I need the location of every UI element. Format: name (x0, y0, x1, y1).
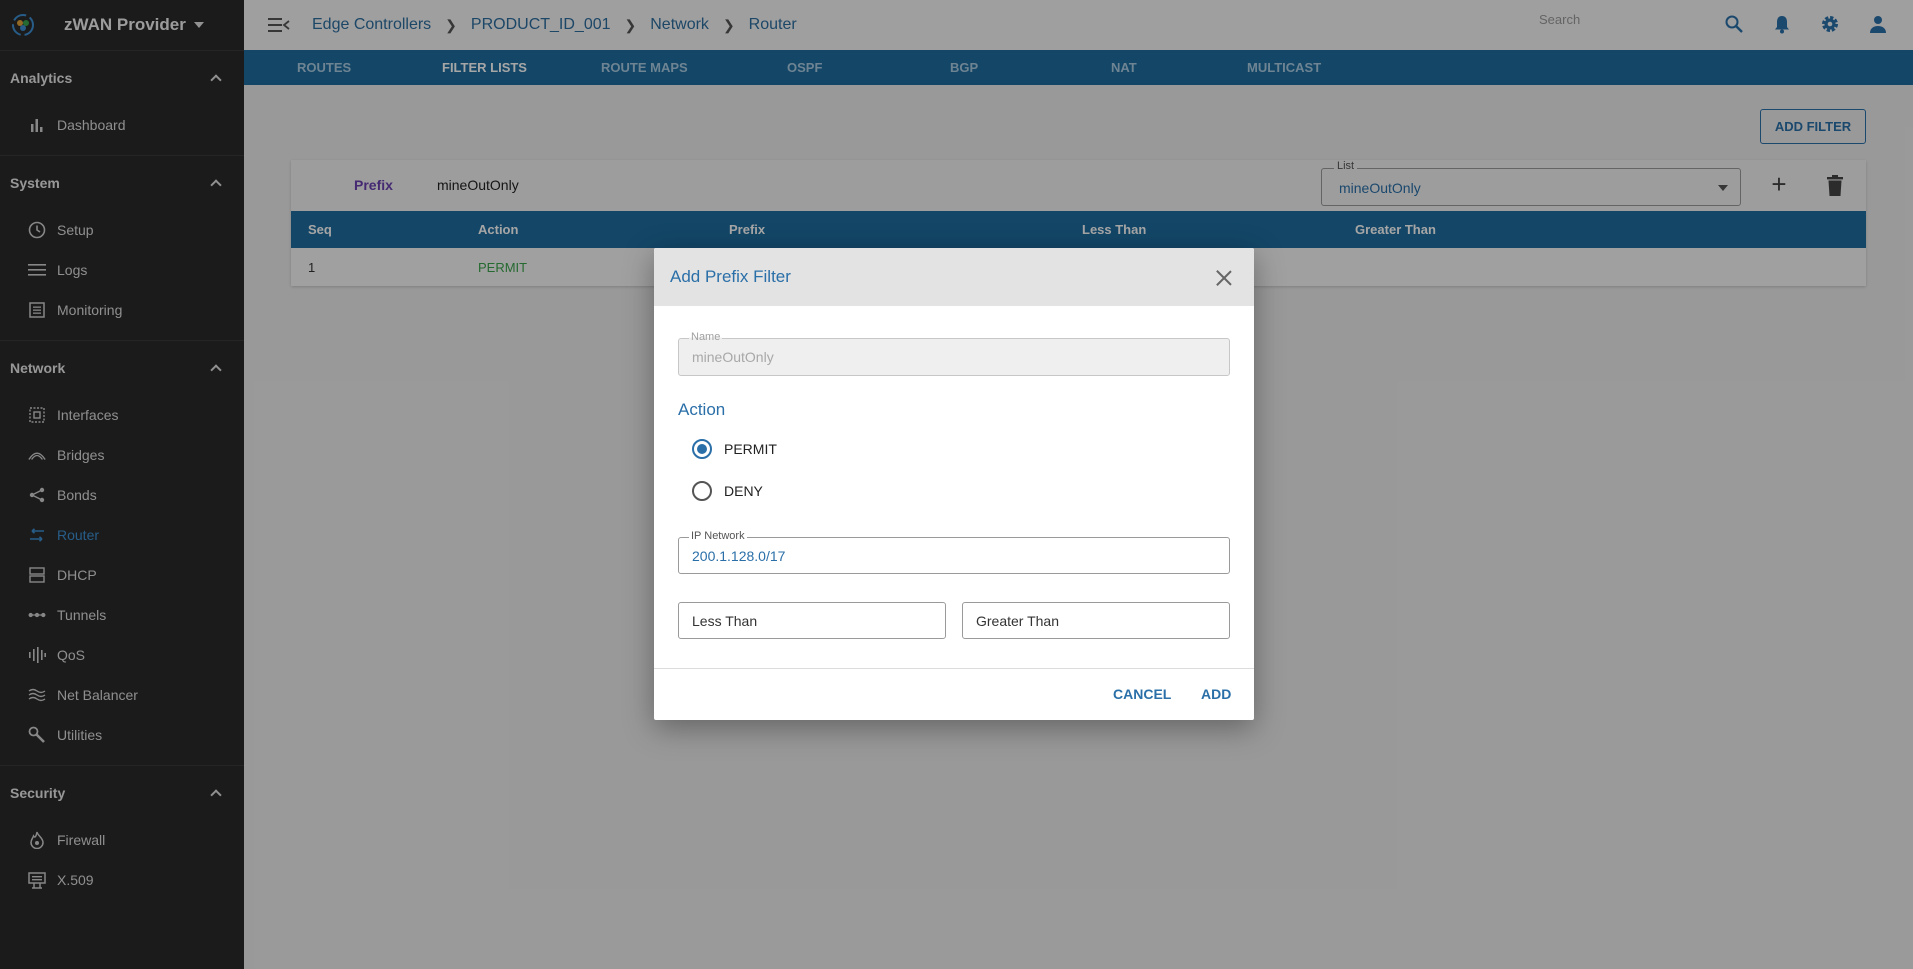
ip-network-label: IP Network (689, 530, 747, 542)
add-prefix-filter-dialog: Add Prefix Filter Name mineOutOnly Actio… (654, 248, 1254, 720)
radio-unchecked-icon[interactable] (692, 481, 712, 501)
dialog-header: Add Prefix Filter (654, 248, 1254, 306)
close-icon[interactable] (1216, 270, 1232, 286)
radio-checked-icon[interactable] (692, 439, 712, 459)
dialog-title: Add Prefix Filter (670, 267, 791, 286)
radio-deny[interactable]: DENY (692, 481, 763, 501)
cancel-button[interactable]: CANCEL (1113, 686, 1171, 702)
add-button[interactable]: ADD (1201, 686, 1231, 702)
action-heading: Action (678, 400, 726, 419)
radio-permit-label: PERMIT (724, 441, 777, 457)
radio-permit[interactable]: PERMIT (692, 439, 777, 459)
radio-deny-label: DENY (724, 483, 763, 499)
less-than-field[interactable]: Less Than (678, 602, 946, 639)
name-field-value: mineOutOnly (692, 349, 774, 365)
less-than-placeholder: Less Than (692, 613, 758, 629)
name-field-label: Name (689, 331, 723, 343)
name-field: Name mineOutOnly (678, 331, 1230, 376)
greater-than-field[interactable]: Greater Than (962, 602, 1230, 639)
greater-than-placeholder: Greater Than (976, 613, 1060, 629)
ip-network-value: 200.1.128.0/17 (692, 548, 786, 564)
ip-network-field[interactable]: IP Network 200.1.128.0/17 (678, 530, 1230, 574)
dialog-divider (654, 668, 1254, 669)
